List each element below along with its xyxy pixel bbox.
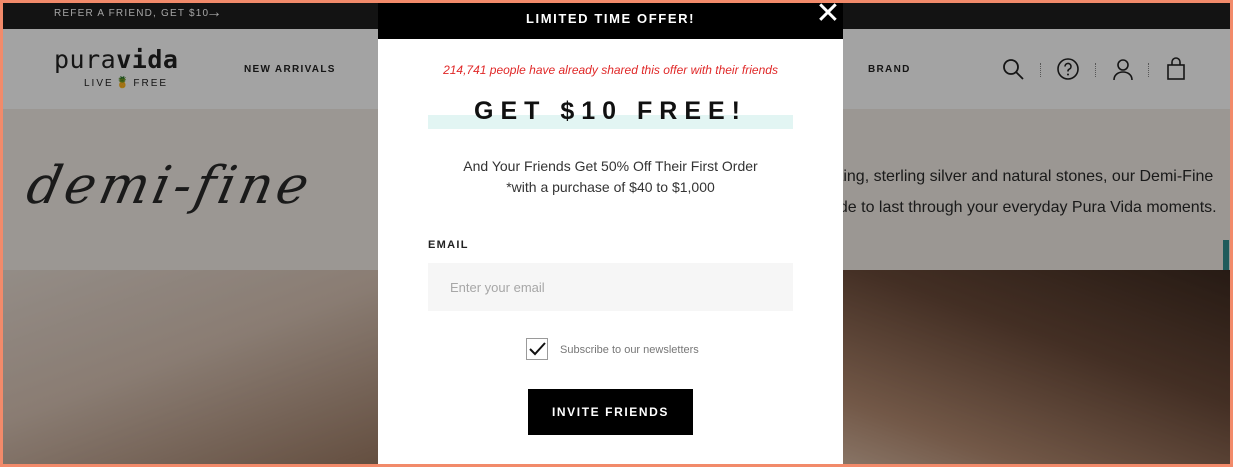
social-proof-text: 214,741 people have already shared this … (443, 63, 778, 77)
modal-header: LIMITED TIME OFFER! (378, 0, 843, 39)
offer-subtext: And Your Friends Get 50% Off Their First… (463, 158, 758, 174)
offer-condition: *with a purchase of $40 to $1,000 (506, 179, 715, 195)
checkmark-icon (529, 342, 546, 356)
newsletter-checkbox[interactable] (526, 338, 548, 360)
offer-headline: GET $10 FREE! (474, 97, 747, 125)
invite-friends-button[interactable]: INVITE FRIENDS (528, 389, 693, 435)
email-input[interactable] (428, 263, 793, 311)
modal-title: LIMITED TIME OFFER! (525, 11, 696, 26)
email-label: EMAIL (428, 239, 469, 251)
referral-modal: 214,741 people have already shared this … (378, 39, 843, 467)
close-icon[interactable]: ✕ (815, 0, 841, 29)
newsletter-label[interactable]: Subscribe to our newsletters (560, 344, 699, 356)
